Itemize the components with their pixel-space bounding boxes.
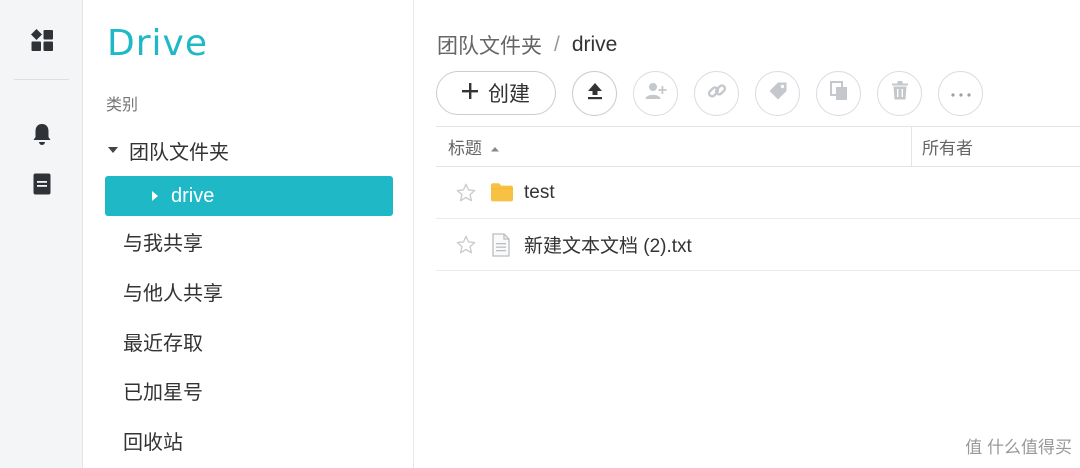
sort-ascending-icon [490, 137, 500, 157]
sidebar-item-recycle-bin[interactable]: 回收站 [105, 420, 393, 460]
copy-icon [829, 80, 848, 106]
breadcrumb: 团队文件夹 / drive [437, 30, 617, 60]
breadcrumb-current: drive [571, 33, 618, 56]
table-header: 标题 所有者 [436, 126, 1080, 167]
icon-rail [0, 0, 83, 468]
column-title-label: 标题 [448, 139, 482, 158]
trash-icon [891, 81, 908, 105]
breadcrumb-separator: / [554, 33, 560, 56]
sidebar-item-label: 回收站 [123, 431, 183, 454]
link-icon [707, 81, 727, 106]
star-icon[interactable] [455, 182, 477, 209]
table-row[interactable]: test [436, 167, 1080, 219]
text-file-icon [490, 233, 512, 262]
plus-icon [462, 81, 478, 105]
toolbar: 创建 [436, 70, 983, 116]
drive-logo: Drive [107, 22, 208, 64]
sidebar-item-label: 已加星号 [123, 381, 203, 404]
sidebar-item-label: 团队文件夹 [129, 141, 229, 164]
sidebar-item-label: drive [171, 184, 215, 207]
column-owner-label: 所有者 [922, 139, 973, 158]
file-table: 标题 所有者 test 新建文本文档 (2).txt [436, 126, 1080, 271]
bell-icon[interactable] [29, 121, 55, 147]
dashboard-icon[interactable] [29, 27, 55, 53]
upload-button[interactable] [572, 70, 617, 116]
sidebar-item-label: 最近存取 [123, 332, 203, 355]
tag-button[interactable] [755, 70, 800, 116]
share-link-button[interactable] [694, 70, 739, 116]
sidebar-item-starred[interactable]: 已加星号 [105, 370, 393, 410]
sidebar-item-drive[interactable]: drive [105, 176, 393, 216]
more-button[interactable] [938, 70, 983, 116]
main-panel: 团队文件夹 / drive 创建 标题 所有者 test 新建文本文档 (2).… [414, 0, 1080, 468]
category-label: 类别 [106, 97, 139, 114]
sidebar-item-shared-with-me[interactable]: 与我共享 [105, 221, 393, 261]
caret-down-icon[interactable] [105, 142, 121, 158]
folder-icon [490, 181, 514, 208]
column-divider[interactable] [911, 127, 912, 167]
table-row[interactable]: 新建文本文档 (2).txt [436, 219, 1080, 271]
upload-icon [586, 82, 604, 105]
column-header-title[interactable]: 标题 [448, 134, 500, 159]
share-user-button[interactable] [633, 70, 678, 116]
rail-divider [14, 79, 69, 80]
watermark-text: 值 什么值得买 [965, 438, 1072, 457]
logo-text: Drive [107, 22, 208, 64]
sidebar-item-recent[interactable]: 最近存取 [105, 321, 393, 361]
tag-icon [768, 81, 788, 106]
sidebar-item-team-folder[interactable]: 团队文件夹 [105, 130, 393, 170]
create-button-label: 创建 [488, 83, 530, 106]
sidebar-item-label: 与他人共享 [123, 282, 223, 305]
add-user-icon [645, 82, 667, 105]
sidebar-item-shared-with-others[interactable]: 与他人共享 [105, 271, 393, 311]
breadcrumb-parent[interactable]: 团队文件夹 [437, 30, 542, 60]
delete-button[interactable] [877, 70, 922, 116]
document-icon[interactable] [29, 171, 55, 197]
copy-button[interactable] [816, 70, 861, 116]
column-header-owner[interactable]: 所有者 [922, 134, 973, 159]
more-icon [950, 84, 971, 102]
sidebar-item-label: 与我共享 [123, 232, 203, 255]
create-button[interactable]: 创建 [436, 71, 556, 115]
category-sidebar: Drive 类别 团队文件夹 drive 与我共享 与他人共享 最近存取 已加星… [83, 0, 414, 468]
watermark: 值 什么值得买 [965, 433, 1072, 458]
file-name[interactable]: 新建文本文档 (2).txt [524, 231, 692, 258]
star-icon[interactable] [455, 234, 477, 261]
file-name[interactable]: test [524, 182, 555, 204]
caret-right-icon[interactable] [147, 188, 163, 204]
